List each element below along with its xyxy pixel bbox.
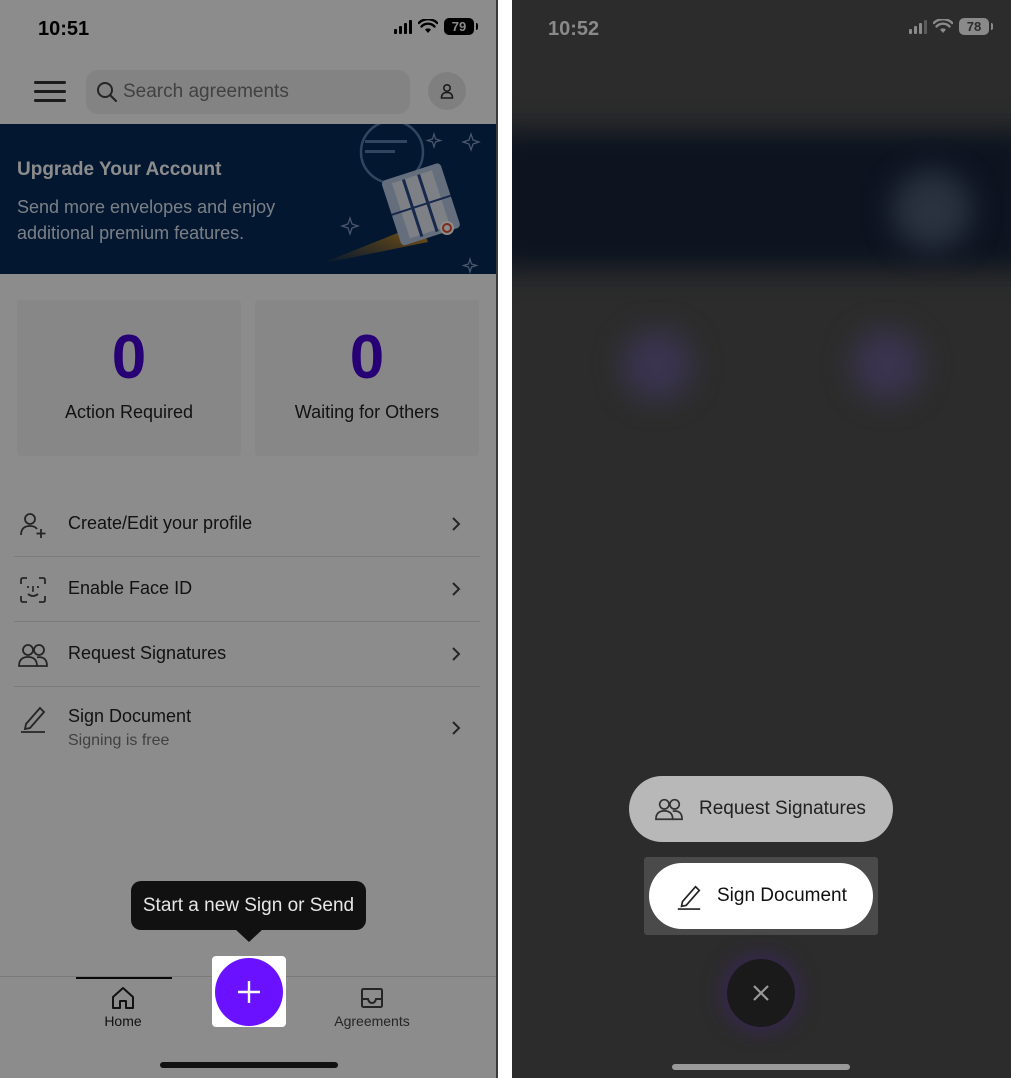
status-icons: 78 [909, 18, 993, 35]
request-signatures-action[interactable]: Request Signatures [629, 776, 893, 842]
right-screen: 10:52 78 Request Signatures Sign Documen… [512, 0, 1011, 1078]
sign-document-action[interactable]: Sign Document [649, 863, 873, 929]
left-screen: 10:51 79 Search agreements Upgrade Your … [0, 0, 498, 1078]
home-indicator [160, 1062, 338, 1068]
people-icon [655, 798, 683, 821]
battery-icon: 78 [959, 18, 993, 35]
pen-icon [677, 885, 701, 910]
action-label: Sign Document [717, 885, 847, 906]
action-label: Request Signatures [699, 798, 866, 819]
blurred-stat [852, 330, 922, 400]
close-icon [753, 985, 769, 1001]
status-time: 10:52 [548, 18, 600, 40]
signal-icon [909, 19, 927, 34]
plus-icon [238, 981, 260, 1003]
tooltip: Start a new Sign or Send [131, 881, 366, 942]
fab-highlight [212, 956, 286, 1027]
status-bar: 10:52 78 [512, 0, 1011, 60]
home-indicator [672, 1064, 850, 1070]
close-button[interactable] [727, 959, 795, 1027]
blurred-illustration [892, 170, 972, 250]
blurred-stat [622, 330, 692, 400]
wifi-icon [933, 19, 953, 33]
new-sign-or-send-button[interactable] [215, 958, 283, 1026]
screen-divider [498, 0, 512, 1078]
